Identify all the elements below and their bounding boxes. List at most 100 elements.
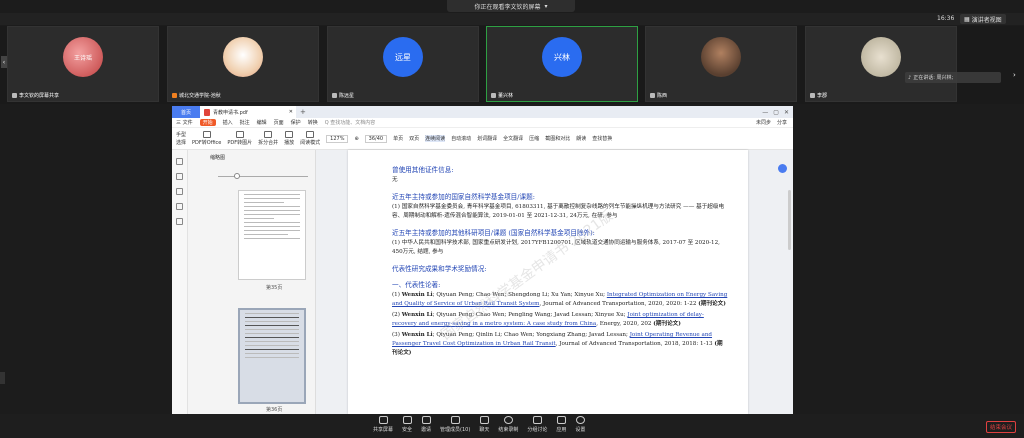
search-input[interactable]: Q 查找功能、文档内容	[325, 119, 376, 126]
page-number-input[interactable]: 36/40	[364, 134, 388, 143]
minimize-icon[interactable]: —	[762, 109, 768, 116]
reading-mode-button[interactable]: 阅读模式	[300, 131, 320, 146]
shield-icon	[402, 416, 412, 424]
signature-icon[interactable]	[176, 218, 183, 225]
close-tab-icon[interactable]: ✕	[289, 109, 293, 115]
layout-view-button[interactable]: ▦ 演讲者视图	[960, 14, 1006, 24]
apps-icon	[556, 416, 566, 424]
read-aloud-button[interactable]: 朗读	[576, 135, 586, 142]
menu-insert[interactable]: 插入	[223, 119, 233, 126]
comment-icon[interactable]	[176, 188, 183, 195]
participant-name: 李郡	[810, 92, 827, 99]
close-icon[interactable]: ✕	[784, 109, 789, 116]
add-user-icon	[421, 416, 431, 424]
participant-tile[interactable]: 陈西	[645, 26, 797, 102]
slider-handle[interactable]	[234, 173, 240, 179]
document-area: 曾使用其他证件信息: 无 近五年主持或参加的国家自然科学基金项目/课题: (1)…	[316, 150, 793, 414]
pdf-to-image-button[interactable]: PDF转图片	[227, 131, 252, 146]
screenshot-compare-button[interactable]: 截图和对比	[545, 135, 570, 142]
find-replace-button[interactable]: 查找替换	[592, 135, 612, 142]
thumbnail-icon[interactable]	[176, 158, 183, 165]
zoom-select[interactable]: 127%	[326, 134, 349, 143]
section-heading: 代表性研究成果和学术奖励情况:	[392, 265, 487, 273]
continuous-read-button[interactable]: 连续阅读	[425, 135, 446, 142]
pdf-icon	[204, 108, 210, 116]
section-heading: 一、代表性论著:	[392, 281, 441, 289]
tab-document[interactable]: 青教申请书.pdf ✕	[200, 106, 296, 118]
paragraph: (1) 中华人民共和国科学技术部, 国家重点研发计划, 2017YFB12007…	[392, 240, 720, 255]
screen-share-icon	[12, 93, 17, 98]
attachment-icon[interactable]	[176, 203, 183, 210]
menu-right: 未同步 分享	[756, 119, 787, 126]
settings-button[interactable]: 设置	[575, 416, 585, 433]
word-translate-button[interactable]: 划词翻译	[477, 135, 497, 142]
maximize-icon[interactable]: ▢	[773, 109, 779, 116]
window-controls: — ▢ ✕	[762, 109, 789, 116]
menu-annotate[interactable]: 批注	[240, 119, 250, 126]
single-page-button[interactable]: 单页	[393, 135, 403, 142]
new-tab-icon[interactable]: +	[300, 108, 306, 116]
participant-tile[interactable]: 远星 陈远星	[327, 26, 479, 102]
side-handle[interactable]	[0, 372, 5, 384]
banner-menu-icon[interactable]: ▾	[545, 3, 548, 10]
split-merge-button[interactable]: 拆分合并	[258, 131, 278, 146]
end-meeting-button[interactable]: 结束会议	[986, 421, 1016, 433]
sync-status[interactable]: 未同步	[756, 119, 771, 126]
menu-edit[interactable]: 编辑	[257, 119, 267, 126]
hand-tool[interactable]: 手型 选择	[176, 131, 186, 146]
document-scrollbar[interactable]	[788, 190, 791, 250]
image-icon	[235, 131, 244, 138]
security-button[interactable]: 安全	[402, 416, 412, 433]
reference-item: (1) Wenxin Li; Qiyuan Peng; Chao Wen; Sh…	[392, 292, 728, 307]
participant-tile[interactable]: 城北交通学院-池秋	[167, 26, 319, 102]
menu-convert[interactable]: 转换	[308, 119, 318, 126]
menu-page[interactable]: 页面	[274, 119, 284, 126]
double-page-button[interactable]: 双页	[409, 135, 419, 142]
share-screen-button[interactable]: 共享屏幕	[373, 416, 393, 433]
manage-members-button[interactable]: 管理成员(10)	[440, 416, 470, 433]
participant-tile[interactable]: 王诗瑶 李文钦的屏幕共享	[7, 26, 159, 102]
screen-share-banner[interactable]: 你正在观看李文钦的屏幕 ▾	[447, 0, 575, 12]
share-button[interactable]: 分享	[777, 119, 787, 126]
pdf-to-office-button[interactable]: PDF转Office	[192, 131, 221, 146]
menu-start[interactable]: 开始	[199, 119, 216, 126]
wps-body: 缩略图 第35页 第36页 曾使用其他证件信息: 无 近五年主持或参加的国家自然…	[172, 150, 793, 414]
participant-name: 城北交通学院-池秋	[172, 92, 221, 99]
record-icon	[503, 416, 513, 424]
group-icon	[532, 416, 542, 424]
avatar: 王诗瑶	[63, 37, 103, 77]
section-heading: 近五年主持或参加的国家自然科学基金项目/课题:	[392, 193, 535, 201]
menu-file[interactable]: 三 文件	[176, 119, 193, 126]
split-icon	[264, 131, 273, 138]
meeting-window: 你正在观看李文钦的屏幕 ▾ 16:36 ▦ 演讲者视图 ‹ 王诗瑶 李文钦的屏幕…	[0, 0, 1024, 438]
play-button[interactable]: 播放	[284, 131, 294, 146]
stop-recording-button[interactable]: 结束录制	[498, 416, 518, 433]
assistant-icon[interactable]	[778, 164, 787, 173]
auto-scroll-button[interactable]: 自动滚动	[451, 135, 471, 142]
invite-button[interactable]: 邀请	[421, 416, 431, 433]
participant-strip: ‹ 王诗瑶 李文钦的屏幕共享 城北交通学院-池秋 远星 陈远星 兴林 董兴林 陈…	[0, 26, 1024, 104]
section-heading: 近五年主持或参加的其他科研项目/课题 (国家自然科学基金项目除外):	[392, 229, 595, 237]
screen-icon	[378, 416, 388, 424]
bookmark-icon[interactable]	[176, 173, 183, 180]
top-bar	[0, 13, 1024, 25]
thumbnail-page[interactable]	[238, 190, 306, 280]
zoom-in-icon[interactable]: ⊕	[354, 136, 358, 142]
chat-button[interactable]: 聊天	[479, 416, 489, 433]
gear-icon	[575, 416, 585, 424]
breakout-rooms-button[interactable]: 分组讨论	[527, 416, 547, 433]
apps-button[interactable]: 应用	[556, 416, 566, 433]
document-page[interactable]: 曾使用其他证件信息: 无 近五年主持或参加的国家自然科学基金项目/课题: (1)…	[348, 150, 748, 414]
compress-button[interactable]: 压缩	[529, 135, 539, 142]
convert-icon	[202, 131, 211, 138]
tab-home[interactable]: 首页	[172, 106, 200, 118]
thumbnail-page-selected[interactable]	[238, 308, 306, 404]
toolbar-buttons: 共享屏幕 安全 邀请 管理成员(10) 聊天 结束录制 分组讨论 应用 设置	[373, 416, 585, 433]
menu-protect[interactable]: 保护	[291, 119, 301, 126]
thumbnail-size-slider[interactable]	[218, 176, 308, 177]
full-translate-button[interactable]: 全文翻译	[503, 135, 523, 142]
participant-tile-active[interactable]: 兴林 董兴林	[486, 26, 638, 102]
participant-tile[interactable]: 李郡	[805, 26, 957, 102]
strip-next-icon[interactable]: ›	[1013, 71, 1021, 83]
shared-screen-wps-window[interactable]: 首页 青教申请书.pdf ✕ + — ▢ ✕ 三 文件 开始 插入 批注 编辑 …	[172, 106, 793, 414]
